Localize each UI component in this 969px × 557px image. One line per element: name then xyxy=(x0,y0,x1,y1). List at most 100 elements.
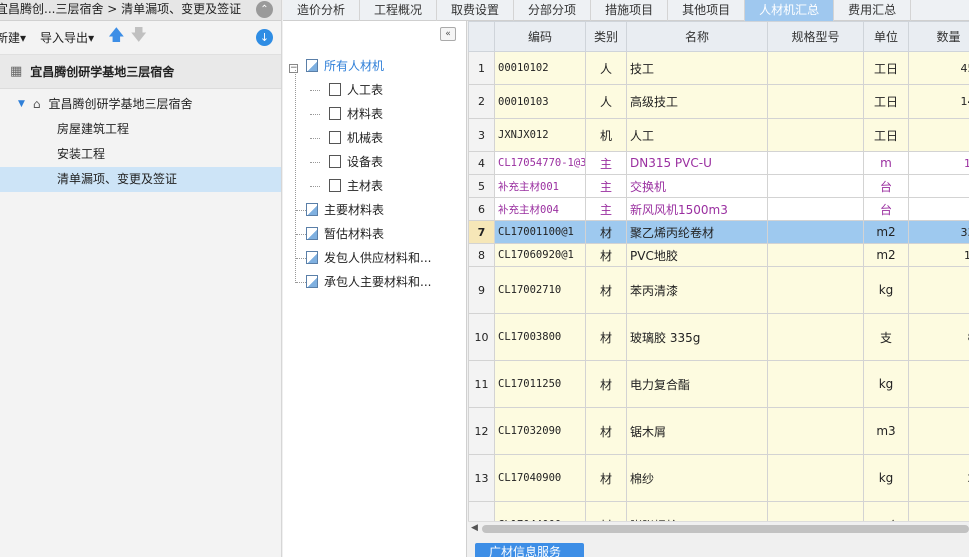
table-row[interactable]: 3JXNJX012机人工 工日38 xyxy=(468,118,969,152)
cell-spec[interactable] xyxy=(767,118,864,152)
collapse-box-icon[interactable]: − xyxy=(289,64,298,73)
cell-qty[interactable]: 8. xyxy=(908,266,969,314)
cell-unit[interactable]: 台 xyxy=(863,174,909,198)
cell-no[interactable]: 13 xyxy=(468,454,495,502)
cell-spec[interactable] xyxy=(767,151,864,175)
cell-no[interactable]: 3 xyxy=(468,118,495,152)
collapse-up-icon[interactable]: ⌃ xyxy=(256,1,273,18)
cell-unit[interactable]: m2 xyxy=(863,220,909,244)
cell-cat[interactable]: 人 xyxy=(585,51,627,85)
table-row[interactable]: 14CL17044000材膨胀螺栓 M8-80 10套1. xyxy=(468,501,969,521)
cell-spec[interactable] xyxy=(767,454,864,502)
cell-no[interactable]: 8 xyxy=(468,243,495,267)
cell-qty[interactable] xyxy=(908,174,969,198)
header-unit[interactable]: 单位 xyxy=(863,21,909,52)
cell-unit[interactable]: m xyxy=(863,151,909,175)
table-row[interactable]: 8CL17060920@1材PVC地胶 m2114 xyxy=(468,243,969,267)
cell-spec[interactable] xyxy=(767,360,864,408)
cell-cat[interactable]: 主 xyxy=(585,151,627,175)
tree-item-major-materials[interactable]: 主要材料表 xyxy=(283,198,466,222)
cell-code[interactable]: CL17003800 xyxy=(494,313,586,361)
cell-name[interactable]: 玻璃胶 335g xyxy=(626,313,768,361)
cell-spec[interactable] xyxy=(767,266,864,314)
cell-no[interactable]: 5 xyxy=(468,174,495,198)
cell-unit[interactable]: 台 xyxy=(863,197,909,221)
horizontal-scrollbar[interactable]: ◀ xyxy=(468,521,969,535)
move-up-icon[interactable]: 🡅 xyxy=(108,24,124,51)
cell-code[interactable]: CL17054770-1@3 xyxy=(494,151,586,175)
import-export-button[interactable]: 导入导出▾ xyxy=(40,29,94,46)
cell-spec[interactable] xyxy=(767,220,864,244)
cell-cat[interactable]: 主 xyxy=(585,197,627,221)
scrollbar-thumb[interactable] xyxy=(482,525,969,533)
table-row[interactable]: 11CL17011250材电力复合酯 kg5 xyxy=(468,360,969,408)
table-row[interactable]: 7CL17001100@1材聚乙烯丙纶卷材 m2335. xyxy=(468,220,969,244)
cell-unit[interactable]: m3 xyxy=(863,407,909,455)
cell-code[interactable]: CL17044000 xyxy=(494,501,586,521)
new-button[interactable]: 新建▾ xyxy=(0,29,26,46)
collapse-left-icon[interactable]: « xyxy=(440,27,456,41)
cell-no[interactable]: 14 xyxy=(468,501,495,521)
cell-spec[interactable] xyxy=(767,84,864,119)
cell-no[interactable]: 2 xyxy=(468,84,495,119)
expand-triangle-icon[interactable]: ▼ xyxy=(18,92,25,117)
tab-measures[interactable]: 措施项目 xyxy=(591,0,669,21)
cell-cat[interactable]: 人 xyxy=(585,84,627,119)
cell-no[interactable]: 7 xyxy=(468,220,495,244)
tree-item-changes[interactable]: 清单漏项、变更及签证 xyxy=(0,167,281,192)
tree-item-estimated-materials[interactable]: 暂估材料表 xyxy=(283,222,466,246)
header-code[interactable]: 编码 xyxy=(494,21,586,52)
cell-unit[interactable]: 支 xyxy=(863,313,909,361)
cell-spec[interactable] xyxy=(767,407,864,455)
cell-qty[interactable]: 23. xyxy=(908,454,969,502)
header-name[interactable]: 名称 xyxy=(626,21,768,52)
cell-name[interactable]: 聚乙烯丙纶卷材 xyxy=(626,220,768,244)
tree-item-contractor-main[interactable]: 承包人主要材料和... xyxy=(283,270,466,294)
tree-item-employer-supplied[interactable]: 发包人供应材料和... xyxy=(283,246,466,270)
cell-qty[interactable]: 335. xyxy=(908,220,969,244)
header-quantity[interactable]: 数量 xyxy=(908,21,969,52)
table-row[interactable]: 10CL17003800材玻璃胶 335g 支88. xyxy=(468,313,969,361)
cell-unit[interactable]: kg xyxy=(863,454,909,502)
cell-name[interactable]: 交换机 xyxy=(626,174,768,198)
cell-qty[interactable]: 5 xyxy=(908,360,969,408)
table-row[interactable]: 9CL17002710材苯丙清漆 kg8. xyxy=(468,266,969,314)
tab-fee-summary[interactable]: 费用汇总 xyxy=(834,0,912,21)
tree-item-building[interactable]: 房屋建筑工程 xyxy=(0,117,281,142)
table-row[interactable]: 100010102人技工 工日453. xyxy=(468,51,969,85)
cell-code[interactable]: CL17032090 xyxy=(494,407,586,455)
tree-item-equipment[interactable]: 设备表 xyxy=(283,150,466,174)
tree-unit-project[interactable]: ▼ ⌂ 宜昌腾创研学基地三层宿舍 xyxy=(0,92,281,117)
cell-qty[interactable]: 1. xyxy=(908,501,969,521)
table-row[interactable]: 5 补充主材001 主交换机 台 xyxy=(468,174,969,198)
cell-spec[interactable] xyxy=(767,501,864,521)
download-icon[interactable]: ↓ xyxy=(256,29,273,46)
cell-spec[interactable] xyxy=(767,197,864,221)
cell-name[interactable]: 锯木屑 xyxy=(626,407,768,455)
cell-code[interactable]: CL17001100@1 xyxy=(494,220,586,244)
cell-code[interactable]: CL17002710 xyxy=(494,266,586,314)
header-category[interactable]: 类别 xyxy=(585,21,627,52)
cell-unit[interactable]: m2 xyxy=(863,243,909,267)
cell-unit[interactable]: kg xyxy=(863,360,909,408)
cell-unit[interactable]: kg xyxy=(863,266,909,314)
cell-cat[interactable]: 材 xyxy=(585,454,627,502)
cell-cat[interactable]: 材 xyxy=(585,501,627,521)
cell-code[interactable]: CL17040900 xyxy=(494,454,586,502)
tree-item-machinery[interactable]: 机械表 xyxy=(283,126,466,150)
project-root[interactable]: ▦ 宜昌腾创研学基地三层宿舍 xyxy=(0,55,281,89)
cell-spec[interactable] xyxy=(767,243,864,267)
cell-cat[interactable]: 材 xyxy=(585,243,627,267)
tree-item-install[interactable]: 安装工程 xyxy=(0,142,281,167)
tree-item-main-materials[interactable]: 主材表 xyxy=(283,174,466,198)
cell-code[interactable]: 00010102 xyxy=(494,51,586,85)
tab-fee-settings[interactable]: 取费设置 xyxy=(437,0,515,21)
cell-name[interactable]: 人工 xyxy=(626,118,768,152)
tree-item-all-materials[interactable]: − 所有人材机 xyxy=(283,54,466,78)
cell-unit[interactable]: 10套 xyxy=(863,501,909,521)
cell-spec[interactable] xyxy=(767,174,864,198)
table-row[interactable]: 6 补充主材004 主新风风机1500m3 台 xyxy=(468,197,969,221)
cell-name[interactable]: 棉纱 xyxy=(626,454,768,502)
table-row[interactable]: 13CL17040900材棉纱 kg23. xyxy=(468,454,969,502)
cell-code[interactable]: JXNJX012 xyxy=(494,118,586,152)
